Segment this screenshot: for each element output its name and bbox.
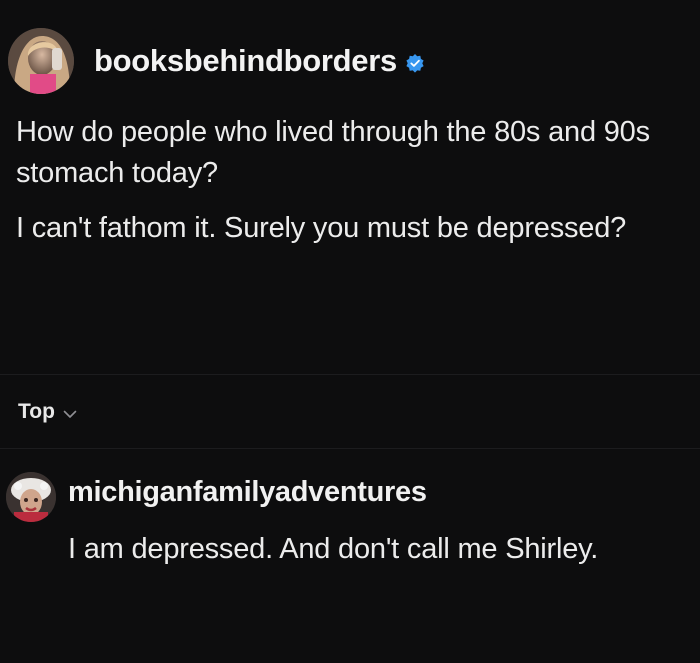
divider	[0, 374, 700, 375]
chevron-down-icon	[63, 401, 77, 425]
post-paragraph: How do people who lived through the 80s …	[16, 116, 650, 189]
avatar[interactable]	[6, 472, 56, 522]
divider	[0, 448, 700, 449]
verified-badge-icon	[405, 53, 425, 73]
post-username[interactable]: booksbehindborders	[94, 43, 397, 79]
avatar[interactable]	[8, 28, 74, 94]
post-header: booksbehindborders	[8, 22, 425, 100]
comment-username[interactable]: michiganfamilyadventures	[68, 476, 427, 509]
sort-dropdown[interactable]: Top	[18, 398, 77, 425]
post-paragraph: I can't fathom it. Surely you must be de…	[16, 212, 627, 244]
post-body: How do people who lived through the 80s …	[16, 112, 686, 249]
comment-text: I am depressed. And don't call me Shirle…	[68, 533, 599, 565]
sort-label: Top	[18, 399, 55, 423]
